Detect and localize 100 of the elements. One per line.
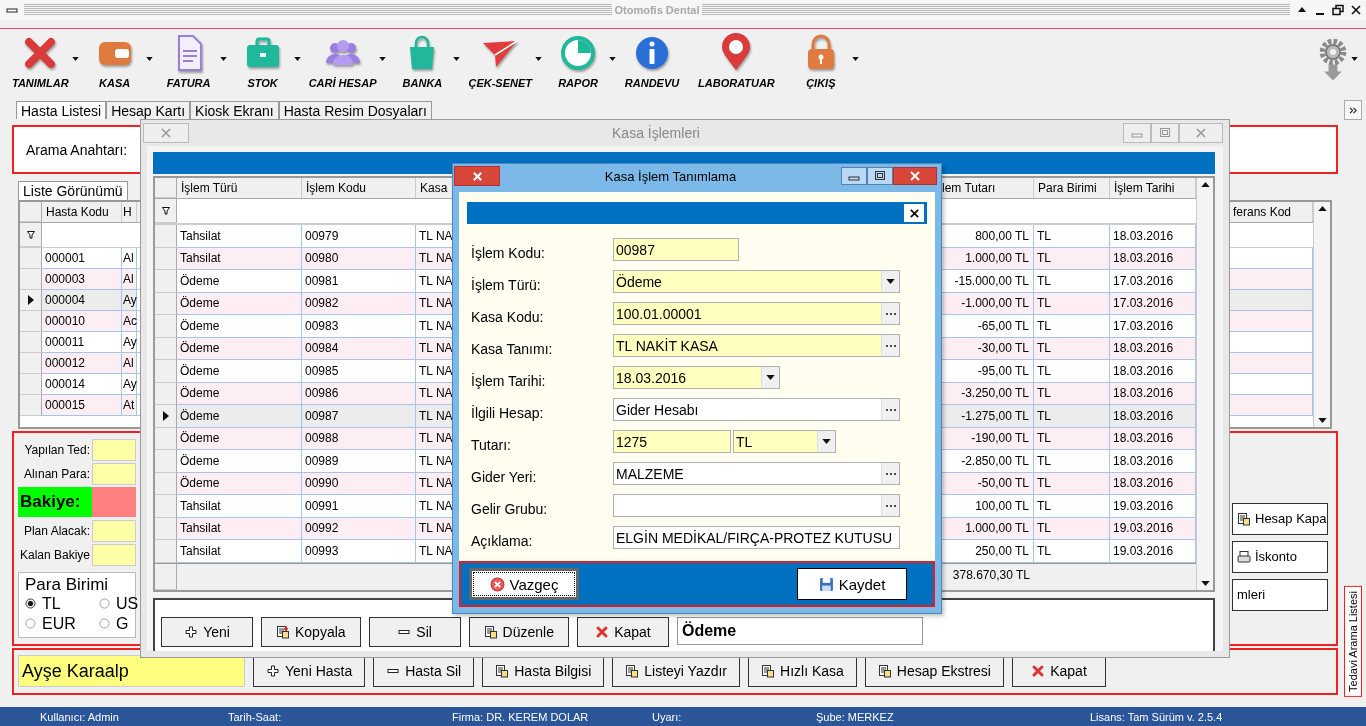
input-field[interactable] [92,486,136,517]
radio-button[interactable] [99,618,110,630]
toolbar-button[interactable]: CARİ HESAP [308,33,377,89]
caret-icon[interactable] [851,57,859,61]
currency-field[interactable]: TL [733,430,836,453]
input-field[interactable]: 100.01.00001 [613,302,900,325]
radio-button[interactable] [99,598,110,610]
input-field[interactable]: Gider Hesabı [613,398,900,421]
toolbar-button[interactable]: RAPOR [550,33,607,89]
action-button[interactable]: Kopyala [261,617,361,647]
filter-icon[interactable] [161,206,170,215]
column-header[interactable]: H [122,202,137,222]
caret-icon[interactable] [453,57,461,61]
scroll-up-icon[interactable] [1200,182,1210,187]
dropdown-button[interactable] [817,431,835,452]
radio-label[interactable]: US [116,594,139,613]
filter-icon[interactable] [26,230,35,239]
browse-button[interactable] [881,463,899,484]
row-header[interactable] [155,405,177,428]
toolbar-button[interactable]: STOK [234,33,291,89]
filter-field[interactable]: Ödeme [676,617,923,645]
caret-icon[interactable] [219,57,227,61]
caret-icon[interactable] [1351,57,1358,61]
expand-button[interactable] [1344,100,1362,120]
input-field[interactable]: MALZEME [613,462,900,485]
radio-label[interactable]: TL [42,594,61,613]
tab[interactable]: Liste Görünümü [18,181,128,200]
close-button[interactable] [904,204,924,222]
maximize-button[interactable] [867,167,893,185]
side-panel-tab[interactable]: Tedavi Arama Listesi [1344,586,1362,697]
input-field[interactable]: Ödeme [613,270,900,293]
status-item: Uyarı: [652,710,683,723]
scrollbar[interactable] [1196,178,1213,590]
scrollbar[interactable] [1313,202,1330,427]
field-label: Kalan Bakiye [18,547,91,562]
browse-button[interactable] [881,495,899,516]
action-button[interactable]: mleri [1232,578,1328,611]
input-field[interactable] [92,543,136,566]
caret-icon[interactable] [145,57,153,61]
input-field[interactable]: 00987 [613,238,739,261]
toolbar-button[interactable]: ÇEK-SENET [468,33,533,89]
column-header[interactable]: Para Birimi [1034,178,1110,198]
field-label: Plan Alacak: [22,523,91,538]
dropdown-button[interactable] [761,367,779,388]
caret-icon[interactable] [71,57,79,61]
close-icon [471,170,483,182]
radio-button[interactable] [25,618,36,630]
dropdown-button[interactable] [881,271,899,292]
patient-name-field[interactable]: Ayşe Karaalp [18,655,245,688]
caret-icon[interactable] [609,57,617,61]
toolbar-button[interactable]: FATURA [160,33,217,89]
action-button[interactable]: İskonto [1232,540,1328,573]
input-field[interactable] [613,494,900,517]
toolbar-button[interactable]: ÇIKIŞ [792,33,849,89]
browse-button[interactable] [881,335,899,356]
close-icon[interactable] [1350,4,1362,16]
input-field[interactable] [92,462,136,485]
input-field[interactable]: TL NAKİT KASA [613,334,900,357]
input-field[interactable]: 1275 [613,430,731,453]
column-header[interactable]: İşlem Türü [177,178,302,198]
radio-label[interactable]: G [116,614,129,633]
toolbar-button[interactable]: RANDEVU [624,33,681,89]
browse-button[interactable] [881,399,899,420]
input-field[interactable] [92,519,136,542]
status-item: Firma: DR. KEREM DOLAR [452,710,590,723]
toolbar-button[interactable]: KASA [86,33,143,89]
ellipsis-icon [885,472,896,475]
caret-icon[interactable] [535,57,543,61]
table-cell: Ödeme [177,360,302,383]
radio-button[interactable] [25,598,36,610]
toolbar-button[interactable]: LABORATUAR [698,33,775,89]
scroll-down-icon[interactable] [1317,417,1327,423]
column-header[interactable]: İşlem Kodu [302,178,416,198]
table-cell: 00991 [302,495,416,518]
caret-icon[interactable] [379,57,387,61]
tab[interactable]: Hasta Listesi [16,101,107,119]
column-header[interactable]: Hasta Kodu [42,202,122,222]
input-field[interactable]: 18.03.2016 [613,366,780,389]
restore-icon[interactable] [1332,4,1344,16]
input-field[interactable] [92,438,136,461]
tab[interactable]: Hasta Resim Dosyaları [278,101,432,119]
caret-icon[interactable] [293,57,301,61]
tab[interactable]: Hesap Kartı [106,101,191,119]
input-field[interactable]: ELGİN MEDİKAL/FIRÇA-PROTEZ KUTUSU [613,526,900,549]
action-button[interactable]: Yeni [161,617,253,647]
action-button[interactable]: Hesap Kapa [1232,502,1328,535]
settings-icon[interactable] [1317,37,1349,83]
tab[interactable]: Kiosk Ekranı [190,101,279,119]
scroll-up-icon[interactable] [1317,206,1327,211]
toolbar-button[interactable]: TANIMLAR [12,33,69,89]
toolbar-button[interactable]: BANKA [394,33,451,89]
action-button[interactable]: Kapat [576,617,669,647]
radio-label[interactable]: EUR [42,614,76,633]
browse-button[interactable] [881,303,899,324]
scroll-down-icon[interactable] [1200,581,1210,586]
action-button[interactable]: Kaydet [797,568,907,600]
action-button[interactable]: Düzenle [468,617,569,647]
action-button[interactable]: Sil [368,617,461,647]
row-header[interactable] [20,290,42,311]
action-button[interactable]: Vazgeç [469,568,579,600]
